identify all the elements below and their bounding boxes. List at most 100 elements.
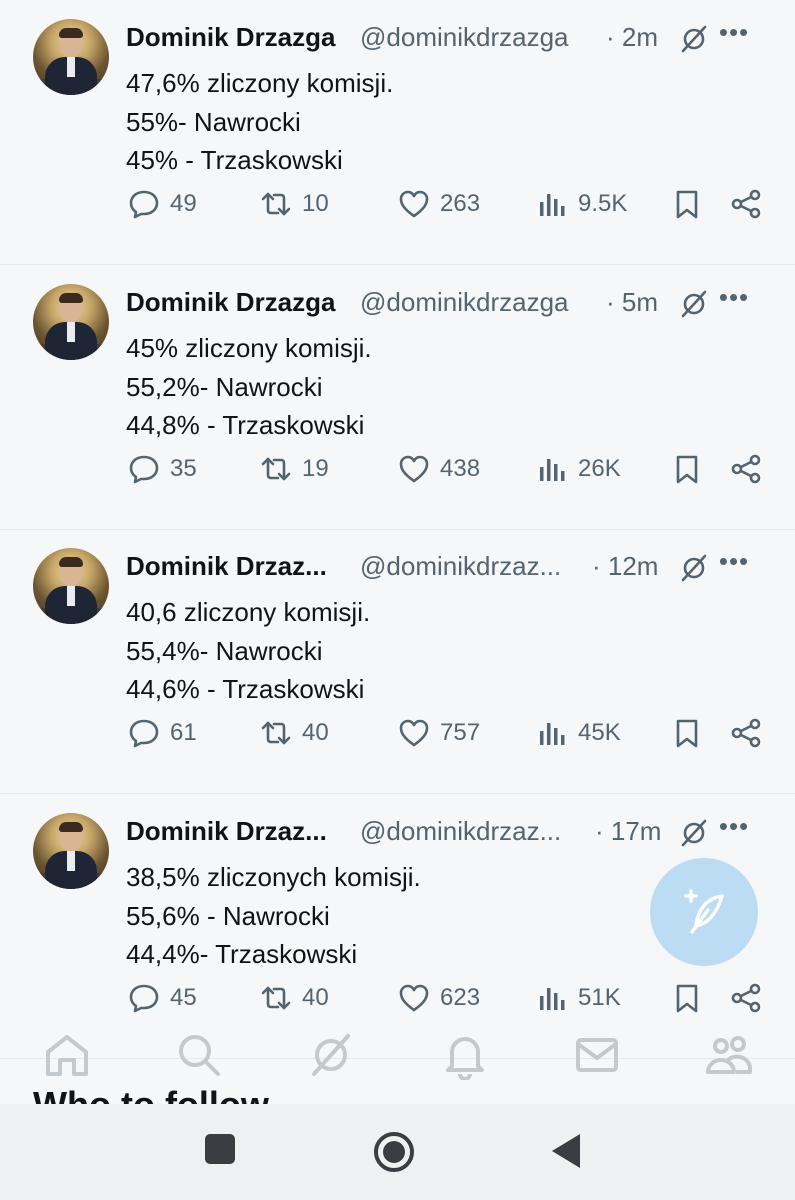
compose-button[interactable]	[650, 858, 758, 966]
avatar[interactable]	[33, 284, 109, 360]
system-navigation-bar	[0, 1104, 795, 1200]
reply-count: 45	[170, 984, 197, 1011]
nav-notifications[interactable]	[440, 1030, 490, 1081]
nav-messages[interactable]	[572, 1030, 622, 1080]
reply-button[interactable]: 49	[128, 184, 197, 224]
views-button[interactable]: 9.5K	[536, 184, 627, 224]
more-icon[interactable]: •••	[717, 284, 751, 317]
views-button[interactable]: 51K	[536, 978, 621, 1018]
reply-button[interactable]: 35	[128, 449, 197, 489]
tweet[interactable]: Dominik Drzaz... @dominikdrzaz... · 12m …	[0, 529, 795, 794]
retweet-button[interactable]: 40	[260, 713, 329, 753]
share-icon	[731, 189, 761, 219]
tweet-header: Dominik Drzaz... @dominikdrzaz... · 12m …	[126, 548, 765, 585]
like-button[interactable]: 623	[398, 978, 480, 1018]
back-icon	[552, 1134, 580, 1168]
author-handle[interactable]: @dominikdrzaz...	[360, 551, 561, 582]
tweet-time[interactable]: · 12m	[592, 551, 658, 582]
reply-count: 61	[170, 719, 197, 746]
comment-icon	[129, 719, 159, 748]
nav-search[interactable]	[174, 1030, 224, 1080]
tweet-line: 38,5% zliczonych komisji.	[126, 862, 421, 892]
tweet-actions: 45 40 623 51K	[0, 978, 795, 1018]
heart-icon	[399, 719, 429, 747]
author-name[interactable]: Dominik Drzaz...	[126, 551, 327, 582]
recents-button[interactable]	[203, 1132, 237, 1171]
reply-button[interactable]: 61	[128, 713, 197, 753]
retweet-button[interactable]: 10	[260, 184, 329, 224]
nav-grok[interactable]	[306, 1030, 356, 1080]
view-count: 9.5K	[578, 190, 628, 217]
author-name[interactable]: Dominik Drzaz...	[126, 816, 327, 847]
share-button[interactable]	[730, 449, 762, 489]
bookmark-button[interactable]	[671, 184, 703, 224]
tweet-line: 44,8% - Trzaskowski	[126, 410, 365, 440]
view-count: 45K	[578, 719, 621, 746]
retweet-icon	[261, 986, 291, 1010]
avatar[interactable]	[33, 548, 109, 624]
author-handle[interactable]: @dominikdrzazga	[360, 287, 568, 318]
like-count: 438	[440, 455, 481, 482]
share-icon	[731, 454, 761, 484]
retweet-count: 40	[302, 984, 329, 1011]
avatar[interactable]	[33, 813, 109, 889]
share-button[interactable]	[730, 713, 762, 753]
author-handle[interactable]: @dominikdrzazga	[360, 22, 568, 53]
bookmark-button[interactable]	[671, 449, 703, 489]
author-name[interactable]: Dominik Drzazga	[126, 22, 336, 53]
notifications-icon	[446, 1037, 484, 1081]
views-icon	[540, 723, 565, 745]
tweet-text: 38,5% zliczonych komisji. 55,6% - Nawroc…	[126, 858, 421, 974]
grok-icon[interactable]	[679, 24, 709, 54]
more-icon[interactable]: •••	[717, 19, 751, 52]
tweet-time[interactable]: · 2m	[606, 22, 658, 53]
bookmark-button[interactable]	[671, 713, 703, 753]
home-button[interactable]	[372, 1130, 416, 1179]
share-button[interactable]	[730, 978, 762, 1018]
tweet-text: 47,6% zliczony komisji. 55%- Nawrocki 45…	[126, 64, 393, 180]
share-button[interactable]	[730, 184, 762, 224]
grok-icon	[312, 1034, 350, 1076]
back-button[interactable]	[548, 1132, 582, 1175]
like-button[interactable]: 438	[398, 449, 480, 489]
reply-count: 49	[170, 190, 197, 217]
like-button[interactable]: 263	[398, 184, 480, 224]
bookmark-button[interactable]	[671, 978, 703, 1018]
retweet-button[interactable]: 40	[260, 978, 329, 1018]
retweet-count: 40	[302, 719, 329, 746]
grok-icon[interactable]	[679, 818, 709, 848]
author-name[interactable]: Dominik Drzazga	[126, 287, 336, 318]
tweet-actions: 61 40 757 45K	[0, 713, 795, 753]
avatar[interactable]	[33, 19, 109, 95]
nav-communities[interactable]	[704, 1030, 754, 1080]
comment-icon	[129, 190, 159, 219]
more-icon[interactable]: •••	[717, 548, 751, 581]
nav-home[interactable]	[42, 1030, 92, 1080]
views-button[interactable]: 26K	[536, 449, 621, 489]
views-icon	[540, 459, 565, 481]
author-handle[interactable]: @dominikdrzaz...	[360, 816, 561, 847]
grok-icon[interactable]	[679, 553, 709, 583]
comment-icon	[129, 455, 159, 484]
tweet-line: 45% zliczony komisji.	[126, 333, 372, 363]
like-count: 263	[440, 190, 481, 217]
like-button[interactable]: 757	[398, 713, 480, 753]
tweet-time[interactable]: · 17m	[595, 816, 661, 847]
grok-icon[interactable]	[679, 289, 709, 319]
retweet-button[interactable]: 19	[260, 449, 329, 489]
tweet[interactable]: Dominik Drzazga @dominikdrzazga · 2m •••…	[0, 0, 795, 265]
more-icon[interactable]: •••	[717, 813, 751, 846]
reply-button[interactable]: 45	[128, 978, 197, 1018]
tweet[interactable]: Dominik Drzazga @dominikdrzazga · 5m •••…	[0, 265, 795, 530]
bookmark-icon	[676, 719, 698, 748]
retweet-icon	[261, 721, 291, 745]
tweet-actions: 49 10 263 9.5K	[0, 184, 795, 224]
retweet-count: 10	[302, 190, 329, 217]
views-button[interactable]: 45K	[536, 713, 621, 753]
tweet-time[interactable]: · 5m	[606, 287, 658, 318]
tweet-text: 40,6 zliczony komisji. 55,4%- Nawrocki 4…	[126, 593, 370, 709]
tweet-line: 40,6 zliczony komisji.	[126, 597, 371, 627]
home-button-icon	[374, 1132, 414, 1172]
like-count: 623	[440, 984, 481, 1011]
comment-icon	[129, 984, 159, 1013]
